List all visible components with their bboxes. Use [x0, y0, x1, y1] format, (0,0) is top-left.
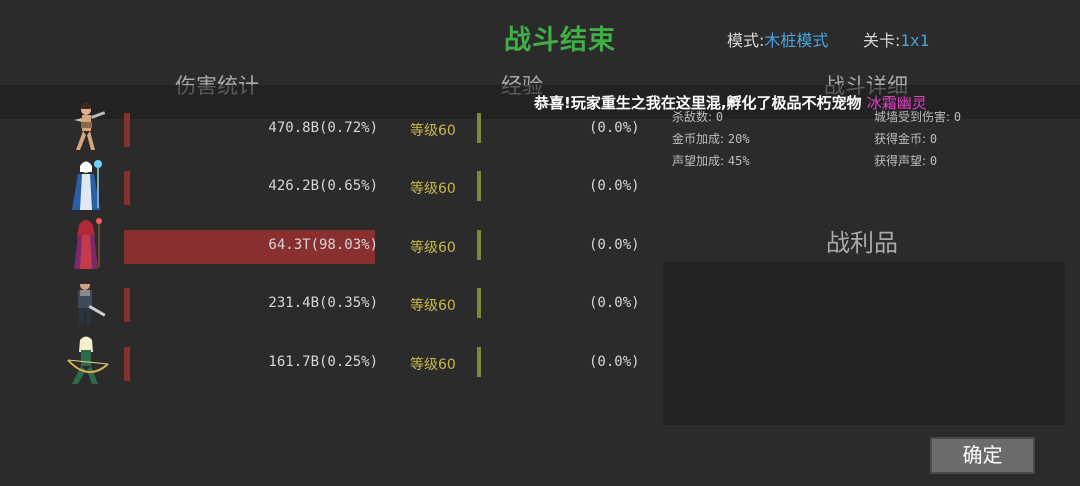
elf-archer-icon	[62, 334, 112, 388]
fame-gain-label: 获得声望:	[874, 154, 927, 168]
wall-damage-value: 0	[953, 110, 962, 124]
mode-label: 模式:	[727, 31, 765, 50]
fame-bonus-stat: 声望加成: 45%	[672, 152, 750, 169]
exp-bar	[477, 113, 481, 143]
exp-value: (0.0%)	[589, 295, 640, 311]
kills-stat: 杀敌数: 0	[672, 108, 723, 125]
wall-damage-label: 城墙受到伤害:	[874, 110, 951, 124]
mode-info: 模式:木桩模式	[727, 27, 828, 51]
exp-bar	[477, 288, 481, 318]
ice-mage-icon	[62, 158, 112, 212]
damage-bar-fill	[124, 171, 130, 205]
hero-level: 等级60	[410, 240, 456, 256]
stage-info: 关卡:1x1	[863, 27, 929, 51]
loot-panel	[663, 262, 1065, 425]
fame-gain-stat: 获得声望: 0	[874, 152, 937, 169]
gold-gain-label: 获得金币:	[874, 132, 927, 146]
stage-label: 关卡:	[863, 31, 901, 50]
loot-heading: 战利品	[826, 229, 898, 257]
hero-row: 64.3T(98.03%) 等级60 (0.0%)	[0, 218, 660, 269]
gold-bonus-stat: 金币加成: 20%	[672, 130, 750, 147]
mode-value: 木桩模式	[764, 31, 829, 50]
kills-label: 杀敌数:	[672, 110, 713, 124]
hero-level: 等级60	[410, 181, 456, 197]
hero-row: 426.2B(0.65%) 等级60 (0.0%)	[0, 160, 660, 210]
confirm-button-label: 确定	[962, 443, 1003, 467]
hero-row: 161.7B(0.25%) 等级60 (0.0%)	[0, 336, 660, 386]
stage-value: 1x1	[900, 31, 930, 50]
exp-value: (0.0%)	[589, 120, 640, 136]
fame-bonus-value: 45%	[727, 154, 750, 168]
hero-row: 231.4B(0.35%) 等级60 (0.0%)	[0, 278, 660, 327]
hero-level: 等级60	[410, 357, 456, 373]
knight-icon	[62, 275, 112, 329]
hero-row: 470.8B(0.72%) 等级60 (0.0%)	[0, 102, 660, 152]
warrior-woman-icon	[62, 100, 112, 154]
damage-bar-fill	[124, 113, 130, 147]
damage-value: 231.4B(0.35%)	[268, 295, 378, 311]
gold-bonus-label: 金币加成:	[672, 132, 725, 146]
damage-value: 470.8B(0.72%)	[268, 120, 378, 136]
fame-bonus-label: 声望加成:	[672, 154, 725, 168]
gold-gain-stat: 获得金币: 0	[874, 130, 937, 147]
damage-value: 426.2B(0.65%)	[268, 178, 378, 194]
damage-bar-fill	[124, 288, 130, 322]
wall-damage-stat: 城墙受到伤害: 0	[874, 108, 961, 125]
damage-value: 161.7B(0.25%)	[268, 354, 378, 370]
gold-gain-value: 0	[929, 132, 938, 146]
confirm-button[interactable]: 确定	[930, 437, 1035, 474]
kills-value: 0	[715, 110, 724, 124]
exp-bar	[477, 347, 481, 377]
exp-bar	[477, 171, 481, 201]
exp-value: (0.0%)	[589, 178, 640, 194]
exp-value: (0.0%)	[589, 354, 640, 370]
hero-level: 等级60	[410, 123, 456, 139]
hero-level: 等级60	[410, 298, 456, 314]
red-sorceress-icon	[62, 217, 112, 271]
gold-bonus-value: 20%	[727, 132, 750, 146]
fame-gain-value: 0	[929, 154, 938, 168]
exp-value: (0.0%)	[589, 237, 640, 253]
damage-bar-fill	[124, 347, 130, 381]
exp-bar	[477, 230, 481, 260]
damage-value: 64.3T(98.03%)	[268, 237, 378, 253]
